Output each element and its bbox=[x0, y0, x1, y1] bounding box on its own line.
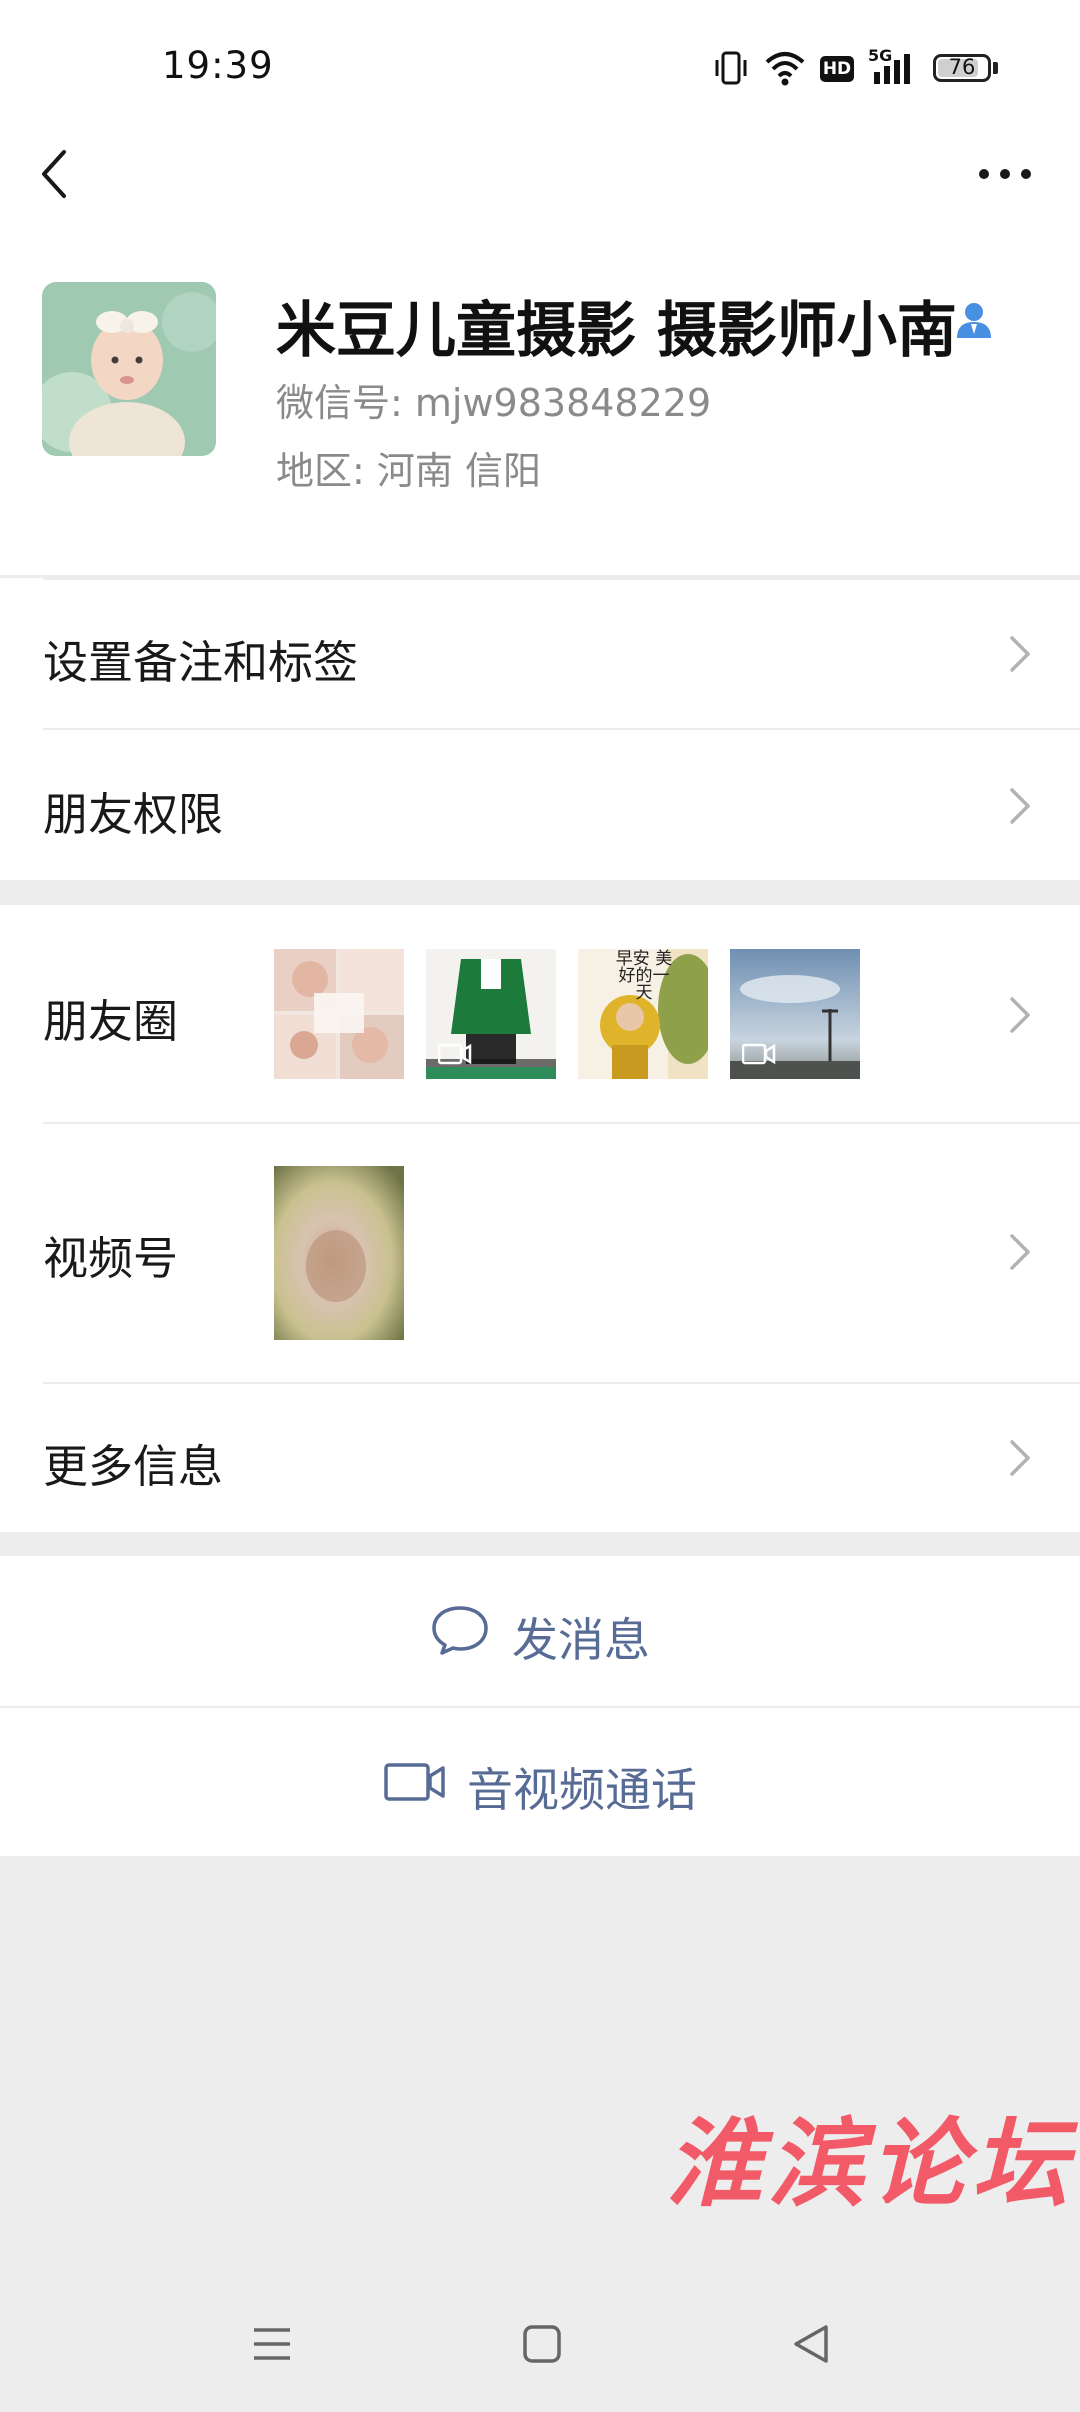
verified-icon bbox=[957, 303, 991, 338]
chevron-right-icon bbox=[1010, 997, 1030, 1033]
region: 地区: 河南 信阳 bbox=[276, 449, 541, 493]
send-message-button[interactable]: 发消息 bbox=[0, 1556, 1080, 1706]
signal-icon bbox=[874, 54, 910, 84]
hd-badge: HD bbox=[820, 56, 854, 82]
video-badge-icon bbox=[438, 1043, 472, 1065]
channels-label: 视频号 bbox=[43, 1232, 179, 1285]
vibrate-icon bbox=[715, 51, 747, 85]
home-key-icon[interactable] bbox=[520, 2322, 564, 2366]
video-badge-icon bbox=[742, 1043, 776, 1065]
send-message-label: 发消息 bbox=[512, 1613, 650, 1667]
more-info-row[interactable]: 更多信息 bbox=[0, 1382, 1080, 1532]
friend-permissions-label: 朋友权限 bbox=[43, 788, 224, 841]
moments-thumb-1 bbox=[274, 949, 404, 1079]
chevron-right-icon bbox=[1010, 788, 1030, 824]
moments-thumb-4 bbox=[730, 949, 860, 1079]
avatar[interactable] bbox=[42, 282, 216, 456]
profile-name: 米豆儿童摄影 摄影师小南 bbox=[276, 296, 957, 366]
battery-cap bbox=[993, 62, 998, 74]
friend-permissions-row[interactable]: 朋友权限 bbox=[0, 728, 1080, 880]
moments-label: 朋友圈 bbox=[43, 995, 179, 1048]
av-call-label: 音视频通话 bbox=[467, 1763, 697, 1817]
chevron-right-icon bbox=[1010, 636, 1030, 672]
remark-tags-row[interactable]: 设置备注和标签 bbox=[0, 578, 1080, 728]
back-key-icon[interactable] bbox=[790, 2322, 834, 2366]
remark-tags-label: 设置备注和标签 bbox=[43, 636, 359, 689]
battery-icon: 76 bbox=[933, 54, 991, 82]
chevron-right-icon bbox=[1010, 1440, 1030, 1476]
channels-row[interactable]: 视频号 bbox=[0, 1122, 1080, 1382]
av-call-button[interactable]: 音视频通话 bbox=[0, 1706, 1080, 1856]
wifi-icon bbox=[765, 52, 805, 86]
moments-thumb-3-caption: 早安 美好的一天 bbox=[615, 949, 673, 1003]
more-info-label: 更多信息 bbox=[43, 1440, 224, 1493]
video-camera-icon bbox=[384, 1763, 445, 1801]
chat-bubble-icon bbox=[432, 1606, 488, 1655]
back-icon[interactable] bbox=[36, 146, 72, 202]
wechat-id: 微信号: mjw983848229 bbox=[276, 381, 712, 425]
menu-key-icon[interactable] bbox=[250, 2322, 294, 2366]
chevron-right-icon bbox=[1010, 1234, 1030, 1270]
watermark: 淮滨论坛 bbox=[666, 2107, 1074, 2220]
status-time: 19:39 bbox=[162, 44, 274, 87]
moments-thumb-2 bbox=[426, 949, 556, 1079]
channels-thumb bbox=[274, 1166, 404, 1340]
moments-row[interactable]: 朋友圈 早安 美好的一天 bbox=[0, 905, 1080, 1122]
battery-level: 76 bbox=[948, 55, 976, 79]
more-icon[interactable] bbox=[978, 164, 1032, 184]
moments-thumb-3: 早安 美好的一天 bbox=[578, 949, 708, 1079]
